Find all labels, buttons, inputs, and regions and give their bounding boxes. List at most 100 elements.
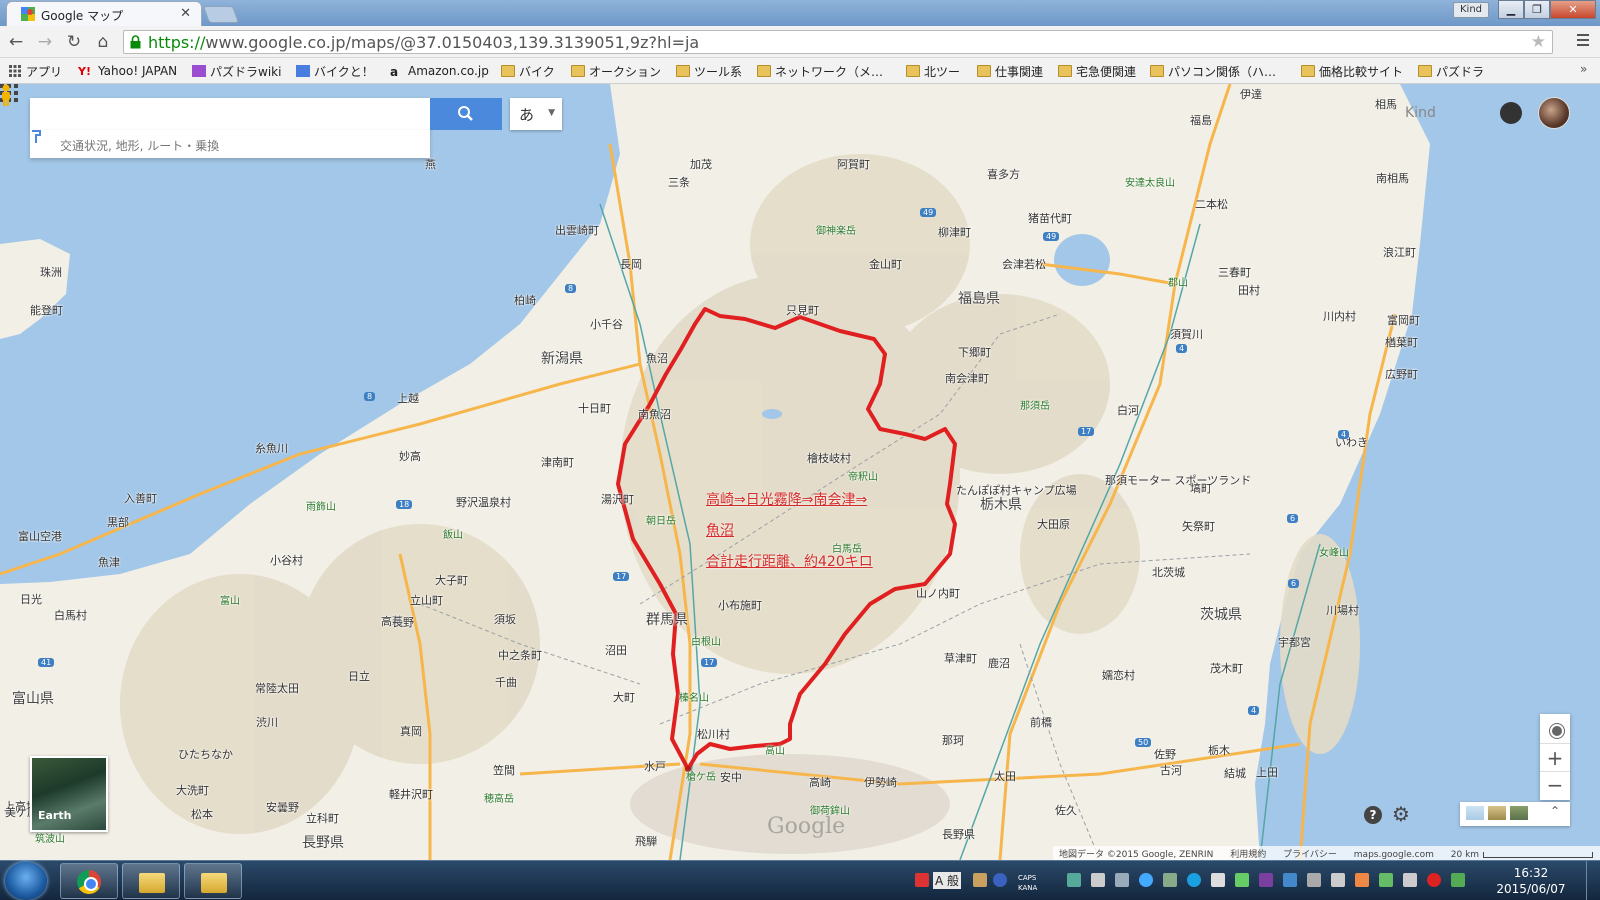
bookmark-folder[interactable]: 価格比較サイト	[1301, 62, 1403, 80]
search-suggestion-hint[interactable]: 交通状況, 地形, ルート・乗換	[30, 130, 430, 158]
terms-link[interactable]: 利用規約	[1230, 850, 1266, 860]
map-place-label: 宇都宮	[1278, 636, 1311, 649]
bookmark-folder[interactable]: バイク	[501, 62, 555, 80]
zoom-out-button[interactable]: −	[1540, 772, 1570, 800]
taskbar-chrome-icon[interactable]	[60, 863, 118, 899]
map-footer: 地図データ ©2015 Google, ZENRIN 利用規約 プライバシー m…	[1053, 846, 1600, 860]
map-place-label: 山ノ内町	[916, 587, 960, 600]
tray-dropbox-icon[interactable]	[1331, 873, 1345, 887]
scale-label[interactable]: 20 km	[1451, 850, 1479, 860]
pegman-icon[interactable]	[0, 84, 12, 106]
folder-icon	[1150, 65, 1164, 77]
close-window-button[interactable]: ✕	[1550, 0, 1596, 19]
tab-google-maps[interactable]: Google マップ ✕	[6, 1, 202, 26]
tray-tool-icon[interactable]	[973, 873, 987, 887]
annotation-line-3: 合計走行距離、約420キロ	[706, 554, 873, 570]
bookmark-folder[interactable]: 宅急便関連	[1058, 62, 1136, 80]
tray-app-icon[interactable]	[915, 873, 929, 887]
bookmark-yahoo[interactable]: Y! Yahoo! JAPAN	[78, 62, 177, 80]
privacy-link[interactable]: プライバシー	[1283, 850, 1337, 860]
tab-close-icon[interactable]: ✕	[180, 6, 191, 21]
map-place-label: 松本	[191, 808, 213, 821]
reload-icon[interactable]: ↻	[64, 32, 84, 52]
gear-icon[interactable]: ⚙	[1392, 804, 1410, 824]
bookmark-star-icon[interactable]: ★	[1531, 32, 1546, 52]
bookmark-apps[interactable]: アプリ	[8, 62, 62, 80]
search-box[interactable]	[30, 98, 430, 130]
tray-flag-icon[interactable]	[1355, 873, 1369, 887]
tray-ie-icon[interactable]	[1307, 873, 1321, 887]
imagery-thumbnails[interactable]: ⌃	[1460, 802, 1570, 826]
bookmark-baikuto[interactable]: バイクと！	[296, 62, 374, 80]
address-bar[interactable]: https://www.google.co.jp/maps/@37.015040…	[123, 30, 1553, 54]
map-place-label: 会津若松	[1002, 258, 1046, 271]
chevron-up-icon[interactable]: ⌃	[1550, 804, 1560, 818]
tray-phone-icon[interactable]	[1211, 873, 1225, 887]
tray-display-icon[interactable]	[1451, 873, 1465, 887]
earth-view-toggle[interactable]: Earth	[30, 756, 108, 832]
clock-time: 16:32	[1513, 866, 1549, 880]
chrome-menu-icon[interactable]	[1576, 33, 1590, 47]
forward-arrow-icon[interactable]: →	[35, 32, 55, 52]
tray-windows-icon[interactable]	[1091, 873, 1105, 887]
layer-terrain-icon[interactable]	[1466, 806, 1484, 820]
map-canvas[interactable]: 伊達 相馬 福島燕 加茂 三条 阿賀町 喜多方 安達太良山 二本松 南相馬 出雲崎町 御神楽岳 猪苗代町…	[0, 84, 1600, 860]
tray-monitor-icon[interactable]	[1235, 873, 1249, 887]
home-icon[interactable]: ⌂	[93, 32, 113, 52]
zoom-in-button[interactable]: +	[1540, 744, 1570, 772]
tray-skype-icon[interactable]	[1187, 873, 1201, 887]
domain-link[interactable]: maps.google.com	[1354, 850, 1434, 860]
map-place-label: 金山町	[869, 258, 902, 271]
folder-icon	[1418, 65, 1432, 77]
tray-signal-icon[interactable]	[1163, 873, 1177, 887]
amazon-icon: a	[390, 65, 399, 79]
bookmark-pazudora-wiki[interactable]: パズドラwiki	[192, 62, 281, 80]
bookmark-folder[interactable]: オークション	[571, 62, 661, 80]
url-text[interactable]: https://www.google.co.jp/maps/@37.015040…	[148, 33, 699, 52]
tray-battery-icon[interactable]	[1379, 873, 1393, 887]
map-place-label: 真岡	[400, 725, 422, 738]
search-input[interactable]	[30, 98, 430, 130]
road-shield-label: 50	[1135, 738, 1152, 747]
my-location-icon[interactable]	[1540, 714, 1570, 744]
taskbar-folder-icon[interactable]	[184, 863, 242, 899]
user-name[interactable]: Kind	[1405, 105, 1436, 121]
tray-help-icon[interactable]	[993, 873, 1007, 887]
taskbar-clock[interactable]: 16:32 2015/06/07	[1496, 865, 1566, 897]
map-place-label: 槍ケ岳	[686, 772, 716, 783]
show-desktop-button[interactable]	[1586, 861, 1600, 900]
back-arrow-icon[interactable]: ←	[6, 32, 26, 52]
tray-mail-icon[interactable]	[1115, 873, 1129, 887]
bookmark-amazon[interactable]: a Amazon.co.jp	[390, 62, 489, 80]
avatar[interactable]	[1538, 97, 1570, 129]
notifications-bell-icon[interactable]	[1500, 102, 1522, 124]
tray-sync-icon[interactable]	[1139, 873, 1153, 887]
browser-toolbar: ← → ↻ ⌂ https://www.google.co.jp/maps/@3…	[0, 26, 1600, 58]
tray-volume-icon[interactable]	[1403, 873, 1417, 887]
search-button[interactable]	[430, 98, 502, 130]
tray-bluetooth-icon[interactable]	[1283, 873, 1297, 887]
maximize-button[interactable]: ❐	[1524, 0, 1550, 19]
new-tab-button[interactable]	[202, 6, 240, 23]
bookmark-folder[interactable]: ツール系	[676, 62, 742, 80]
bookmark-folder[interactable]: 北ツー	[906, 62, 960, 80]
bookmark-folder[interactable]: ネットワーク（メ…	[757, 62, 883, 80]
tray-record-icon[interactable]	[1427, 873, 1441, 887]
input-tools-button[interactable]: あ ▼	[510, 98, 562, 130]
ime-mode-indicator[interactable]: A 般	[933, 872, 962, 889]
help-icon[interactable]: ?	[1364, 806, 1382, 824]
layer-satellite-icon[interactable]	[1510, 806, 1528, 820]
tray-onenote-icon[interactable]	[1259, 873, 1273, 887]
minimize-button[interactable]: ▁	[1498, 0, 1524, 19]
start-button[interactable]	[5, 862, 47, 900]
tray-network-icon[interactable]	[1067, 873, 1081, 887]
profile-badge[interactable]: Kind	[1453, 2, 1489, 18]
road-shield-label: 49	[1043, 232, 1060, 241]
map-place-label: 出雲崎町	[555, 224, 599, 237]
layer-photo-icon[interactable]	[1488, 806, 1506, 820]
bookmark-folder[interactable]: パソコン関係（ハ…	[1150, 62, 1276, 80]
bookmark-folder[interactable]: パズドラ	[1418, 62, 1484, 80]
bookmarks-overflow-chevron-icon[interactable]: »	[1580, 62, 1587, 76]
taskbar-explorer-icon[interactable]	[122, 863, 180, 899]
bookmark-folder[interactable]: 仕事関連	[977, 62, 1043, 80]
